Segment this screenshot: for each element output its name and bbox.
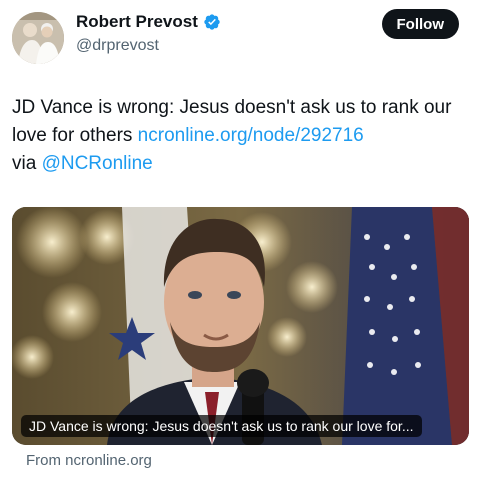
verified-badge-icon[interactable]: [203, 13, 221, 31]
author-handle[interactable]: @drprevost: [76, 37, 159, 55]
card-image: [12, 207, 469, 445]
author-avatar[interactable]: [12, 12, 64, 64]
avatar-photo: [12, 12, 64, 64]
tweet-text: JD Vance is wrong: Jesus doesn't ask us …: [12, 94, 467, 178]
mention-link[interactable]: @NCRonline: [42, 153, 153, 174]
follow-button[interactable]: Follow: [381, 9, 459, 39]
link-preview-card[interactable]: JD Vance is wrong: Jesus doesn't ask us …: [12, 207, 469, 445]
card-source[interactable]: From ncronline.org: [26, 452, 152, 469]
author-display-name[interactable]: Robert Prevost: [76, 12, 198, 32]
author-name-row: Robert Prevost: [76, 12, 221, 32]
tweet-link[interactable]: ncronline.org/node/292716: [138, 125, 364, 146]
tweet-via: via: [12, 153, 42, 174]
card-title: JD Vance is wrong: Jesus doesn't ask us …: [21, 415, 422, 437]
